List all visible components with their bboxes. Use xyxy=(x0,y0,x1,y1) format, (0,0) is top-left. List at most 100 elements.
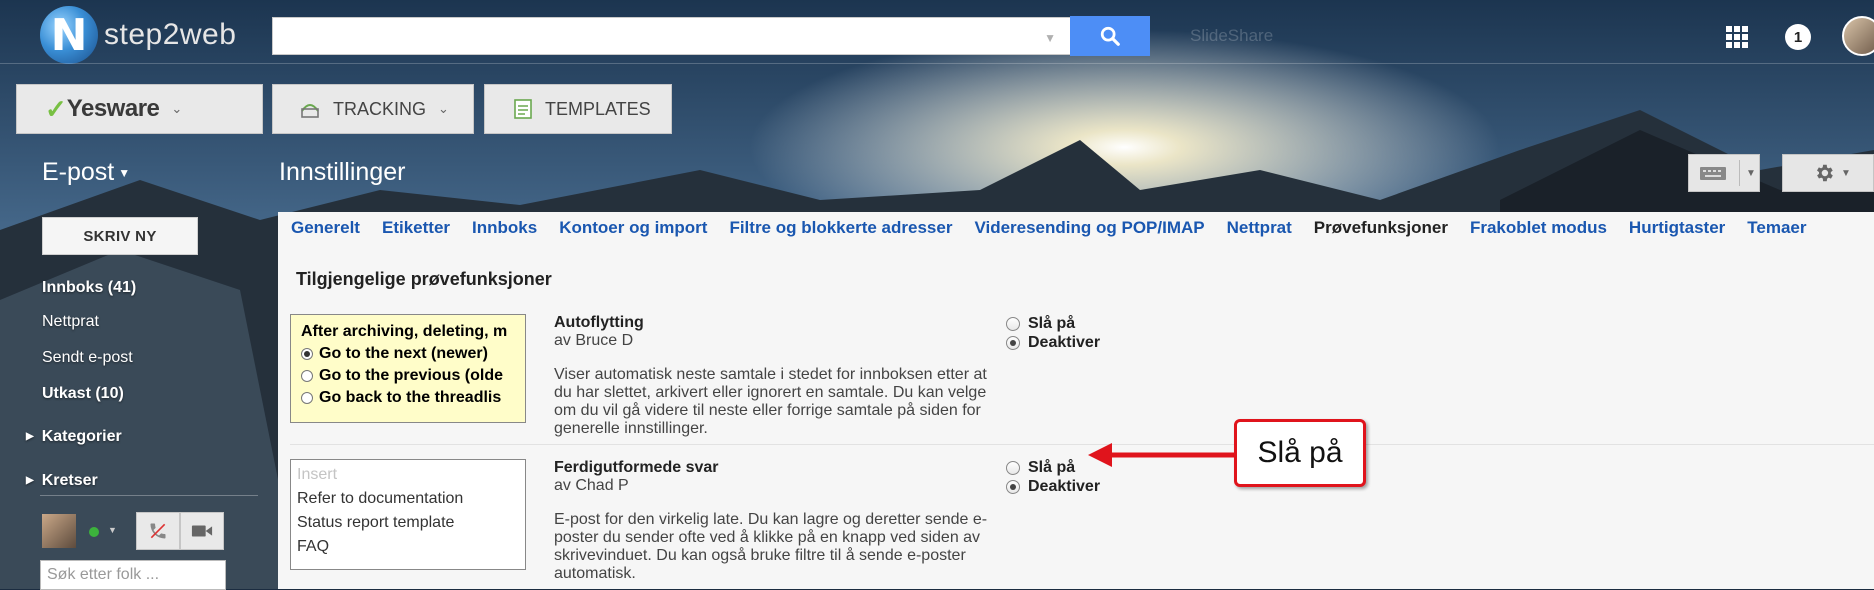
expand-arrow-icon: ▶ xyxy=(26,431,34,443)
lab-item: After archiving, deleting, m Go to the n… xyxy=(290,298,1874,448)
search-bar: ▼ xyxy=(272,16,1150,56)
search-button[interactable] xyxy=(1070,16,1150,56)
enable-radio[interactable]: Slå på xyxy=(1006,315,1075,333)
tab-labs[interactable]: Prøvefunksjoner xyxy=(1314,218,1448,238)
sidebar-divider xyxy=(40,495,258,496)
tab-labels[interactable]: Etiketter xyxy=(382,218,450,238)
tab-offline[interactable]: Frakoblet modus xyxy=(1470,218,1607,238)
lab-description: E-post for den virkelig late. Du kan lag… xyxy=(554,511,988,582)
ghost-text: SlideShare xyxy=(1190,26,1274,45)
video-button[interactable] xyxy=(180,512,224,550)
disable-radio[interactable]: Deaktiver xyxy=(1006,478,1100,496)
settings-button[interactable]: ▼ xyxy=(1782,154,1874,192)
logo[interactable]: N step2web xyxy=(40,6,236,64)
apps-grid-icon[interactable] xyxy=(1726,26,1748,48)
preview-muted: Insert xyxy=(297,466,338,483)
page-title: Innstillinger xyxy=(279,158,406,186)
sidebar-section-label: Kretser xyxy=(41,472,98,489)
search-icon xyxy=(1100,26,1120,46)
chat-actions xyxy=(136,512,224,550)
preview-line: Go to the next (newer) xyxy=(301,345,525,363)
app-switcher[interactable]: E-post ▼ xyxy=(42,158,130,187)
templates-button[interactable]: TEMPLATES xyxy=(484,84,672,134)
tab-themes[interactable]: Temaer xyxy=(1747,218,1806,238)
preview-line: FAQ xyxy=(297,538,330,555)
notification-badge[interactable]: 1 xyxy=(1785,24,1811,50)
tab-accounts[interactable]: Kontoer og import xyxy=(559,218,707,238)
lab-author: av Chad P xyxy=(554,477,629,494)
lab-author: av Bruce D xyxy=(554,332,634,349)
search-options-caret-icon[interactable]: ▼ xyxy=(1044,31,1056,45)
radio-label: Slå på xyxy=(1028,459,1076,476)
lab-preview-image: After archiving, deleting, m Go to the n… xyxy=(290,314,526,423)
input-tools-button[interactable]: ▼ xyxy=(1688,154,1760,192)
radio-mini xyxy=(301,348,313,360)
chevron-down-icon: ▼ xyxy=(1841,167,1851,179)
logo-mark: N xyxy=(40,6,98,64)
chevron-down-icon: ⌄ xyxy=(171,101,183,116)
phone-icon xyxy=(150,523,166,539)
section-title: Tilgjengelige prøvefunksjoner xyxy=(296,269,552,289)
account-avatar[interactable] xyxy=(1842,16,1874,56)
settings-tabs: Generelt Etiketter Innboks Kontoer og im… xyxy=(278,212,1874,244)
radio-button[interactable] xyxy=(1006,317,1020,331)
settings-panel: Generelt Etiketter Innboks Kontoer og im… xyxy=(278,212,1874,589)
radio-button[interactable] xyxy=(1006,480,1020,494)
radio-button[interactable] xyxy=(1006,461,1020,475)
phone-button[interactable] xyxy=(136,512,180,550)
chevron-down-icon: ▼ xyxy=(1746,167,1756,179)
chevron-down-icon: ⌄ xyxy=(438,101,449,116)
annotation-callout: Slå på xyxy=(1234,419,1366,487)
chevron-down-icon[interactable]: ▼ xyxy=(108,525,117,535)
video-icon xyxy=(191,525,213,537)
templates-label: TEMPLATES xyxy=(545,98,651,119)
radio-button[interactable] xyxy=(1006,336,1020,350)
keyboard-icon xyxy=(1700,167,1726,180)
preview-line: Refer to documentation xyxy=(297,490,464,507)
tab-forwarding[interactable]: Videresending og POP/IMAP xyxy=(974,218,1204,238)
preview-line-text: Go to the next (newer) xyxy=(319,345,488,362)
tab-filters[interactable]: Filtre og blokkerte adresser xyxy=(729,218,952,238)
tracking-button[interactable]: TRACKING ⌄ xyxy=(272,84,474,134)
sidebar-item-inbox[interactable]: Innboks (41) xyxy=(42,279,136,297)
tab-inbox[interactable]: Innboks xyxy=(472,218,537,238)
radio-mini xyxy=(301,392,313,404)
radio-mini xyxy=(301,370,313,382)
sidebar-section-circles[interactable]: ▶ Kretser xyxy=(26,472,98,490)
radio-label: Deaktiver xyxy=(1028,478,1101,495)
yesware-label: Yesware xyxy=(66,95,160,122)
enable-radio[interactable]: Slå på xyxy=(1006,459,1075,477)
lab-item: Insert Refer to documentation Status rep… xyxy=(290,444,1874,590)
people-search-input[interactable] xyxy=(40,560,226,590)
disable-radio[interactable]: Deaktiver xyxy=(1006,334,1100,352)
templates-icon xyxy=(514,99,532,119)
logo-text: step2web xyxy=(104,18,237,51)
compose-button[interactable]: SKRIV NY xyxy=(42,217,198,255)
preview-line: Go to the previous (olde xyxy=(301,367,525,385)
yesware-button[interactable]: ✓ Yesware ⌄ xyxy=(16,84,263,134)
tab-chat[interactable]: Nettprat xyxy=(1227,218,1292,238)
tab-shortcuts[interactable]: Hurtigtaster xyxy=(1629,218,1725,238)
lab-name: Autoflytting xyxy=(554,314,644,331)
preview-line-text: Go to the previous (olde xyxy=(319,367,504,384)
sidebar-item-sent[interactable]: Sendt e-post xyxy=(42,349,133,367)
lab-description: Viser automatisk neste samtale i stedet … xyxy=(554,366,987,437)
preview-line-text: Go back to the threadlis xyxy=(319,389,502,406)
lab-preview-image: Insert Refer to documentation Status rep… xyxy=(290,459,526,570)
tracking-label: TRACKING xyxy=(333,98,427,119)
preview-line: Go back to the threadlis xyxy=(301,389,525,407)
expand-arrow-icon: ▶ xyxy=(26,475,34,487)
gear-icon xyxy=(1817,164,1833,182)
radio-label: Deaktiver xyxy=(1028,334,1101,351)
tab-general[interactable]: Generelt xyxy=(291,218,360,238)
sidebar-section-categories[interactable]: ▶ Kategorier xyxy=(26,428,122,446)
radio-label: Slå på xyxy=(1028,315,1076,332)
tracking-icon xyxy=(301,104,319,118)
sidebar-item-chat[interactable]: Nettprat xyxy=(42,313,99,331)
sidebar-item-drafts[interactable]: Utkast (10) xyxy=(42,385,124,403)
preview-heading: After archiving, deleting, m xyxy=(301,323,508,340)
chat-status-dot[interactable] xyxy=(89,527,99,537)
search-input[interactable] xyxy=(272,17,1070,55)
chat-avatar[interactable] xyxy=(42,514,76,548)
lab-name: Ferdigutformede svar xyxy=(554,459,719,476)
